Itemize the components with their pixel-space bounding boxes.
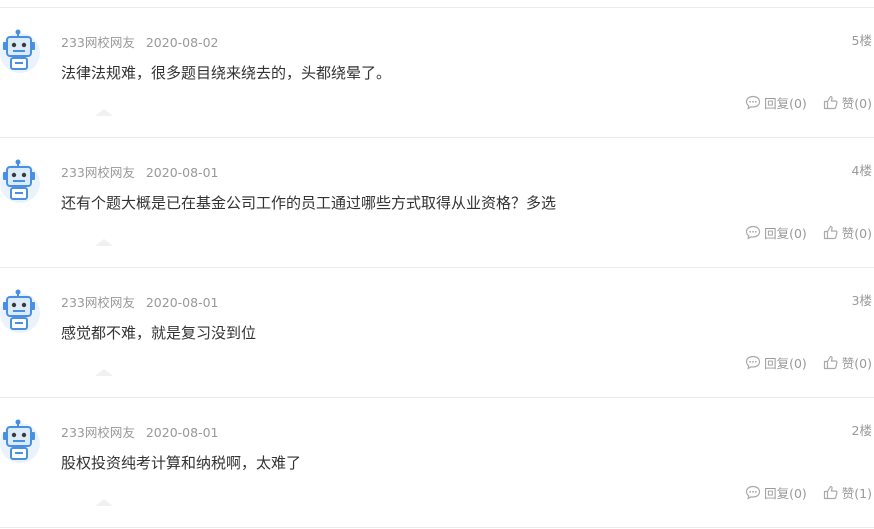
reply-count-label: 回复(0) <box>764 96 807 111</box>
like-count-label: 赞(0) <box>841 356 872 371</box>
floor-number: 5楼 <box>851 33 872 48</box>
reply-box-arrow <box>95 369 113 376</box>
thumbs-up-icon <box>823 485 838 500</box>
thumbs-up-icon <box>823 355 838 370</box>
reply-button[interactable]: 回复(0) <box>745 223 807 242</box>
like-button[interactable]: 赞(0) <box>823 93 872 112</box>
like-count-label: 赞(1) <box>841 486 872 501</box>
robot-avatar-icon[interactable] <box>0 419 44 465</box>
comment-item: 233网校网友 2020-08-01 4楼 还有个题大概是已在基金公司工作的员工通… <box>0 138 874 268</box>
comment-date: 2020-08-01 <box>145 425 219 440</box>
like-button[interactable]: 赞(1) <box>823 483 872 502</box>
comment-actions: 回复(0) 赞(1) <box>745 483 872 502</box>
like-count-label: 赞(0) <box>841 96 872 111</box>
reply-button[interactable]: 回复(0) <box>745 93 807 112</box>
comment-bubble-icon <box>745 485 761 500</box>
reply-count-label: 回复(0) <box>764 486 807 501</box>
separator <box>0 527 874 528</box>
reply-button[interactable]: 回复(0) <box>745 353 807 372</box>
comment-meta: 233网校网友 2020-08-01 <box>61 422 219 441</box>
comment-meta: 233网校网友 2020-08-01 <box>61 292 219 311</box>
floor-number: 2楼 <box>851 423 872 438</box>
comment-item: 233网校网友 2020-08-01 3楼 感觉都不难，就是复习没到位 回复(0)… <box>0 268 874 398</box>
comment-text: 股权投资纯考计算和纳税啊，太难了 <box>61 454 302 472</box>
reply-box-arrow <box>95 499 113 506</box>
comment-item: 233网校网友 2020-08-01 2楼 股权投资纯考计算和纳税啊，太难了 回复… <box>0 398 874 528</box>
robot-avatar-icon[interactable] <box>0 289 44 335</box>
reply-button[interactable]: 回复(0) <box>745 483 807 502</box>
comment-text: 感觉都不难，就是复习没到位 <box>61 324 257 342</box>
reply-count-label: 回复(0) <box>764 356 807 371</box>
like-button[interactable]: 赞(0) <box>823 353 872 372</box>
comment-bubble-icon <box>745 225 761 240</box>
robot-avatar-icon[interactable] <box>0 29 44 75</box>
reply-box-arrow <box>95 239 113 246</box>
comment-actions: 回复(0) 赞(0) <box>745 93 872 112</box>
comment-text: 还有个题大概是已在基金公司工作的员工通过哪些方式取得从业资格？多选 <box>61 194 557 212</box>
like-button[interactable]: 赞(0) <box>823 223 872 242</box>
comment-date: 2020-08-01 <box>145 295 219 310</box>
comment-actions: 回复(0) 赞(0) <box>745 353 872 372</box>
comment-list: 233网校网友 2020-08-02 5楼 法律法规难，很多题目绕来绕去的，头都绕… <box>0 0 874 529</box>
robot-avatar-icon[interactable] <box>0 159 44 205</box>
comment-bubble-icon <box>745 355 761 370</box>
floor-number: 3楼 <box>851 293 872 308</box>
comment-meta: 233网校网友 2020-08-01 <box>61 162 219 181</box>
reply-count-label: 回复(0) <box>764 226 807 241</box>
comment-meta: 233网校网友 2020-08-02 <box>61 32 219 51</box>
comment-bubble-icon <box>745 95 761 110</box>
thumbs-up-icon <box>823 95 838 110</box>
floor-number: 4楼 <box>851 163 872 178</box>
comment-text: 法律法规难，很多题目绕来绕去的，头都绕晕了。 <box>61 64 392 82</box>
reply-box-arrow <box>95 109 113 116</box>
username[interactable]: 233网校网友 <box>61 35 135 50</box>
comment-actions: 回复(0) 赞(0) <box>745 223 872 242</box>
comment-date: 2020-08-02 <box>145 35 219 50</box>
thumbs-up-icon <box>823 225 838 240</box>
username[interactable]: 233网校网友 <box>61 165 135 180</box>
username[interactable]: 233网校网友 <box>61 425 135 440</box>
comment-item: 233网校网友 2020-08-02 5楼 法律法规难，很多题目绕来绕去的，头都绕… <box>0 8 874 138</box>
like-count-label: 赞(0) <box>841 226 872 241</box>
comment-date: 2020-08-01 <box>145 165 219 180</box>
username[interactable]: 233网校网友 <box>61 295 135 310</box>
